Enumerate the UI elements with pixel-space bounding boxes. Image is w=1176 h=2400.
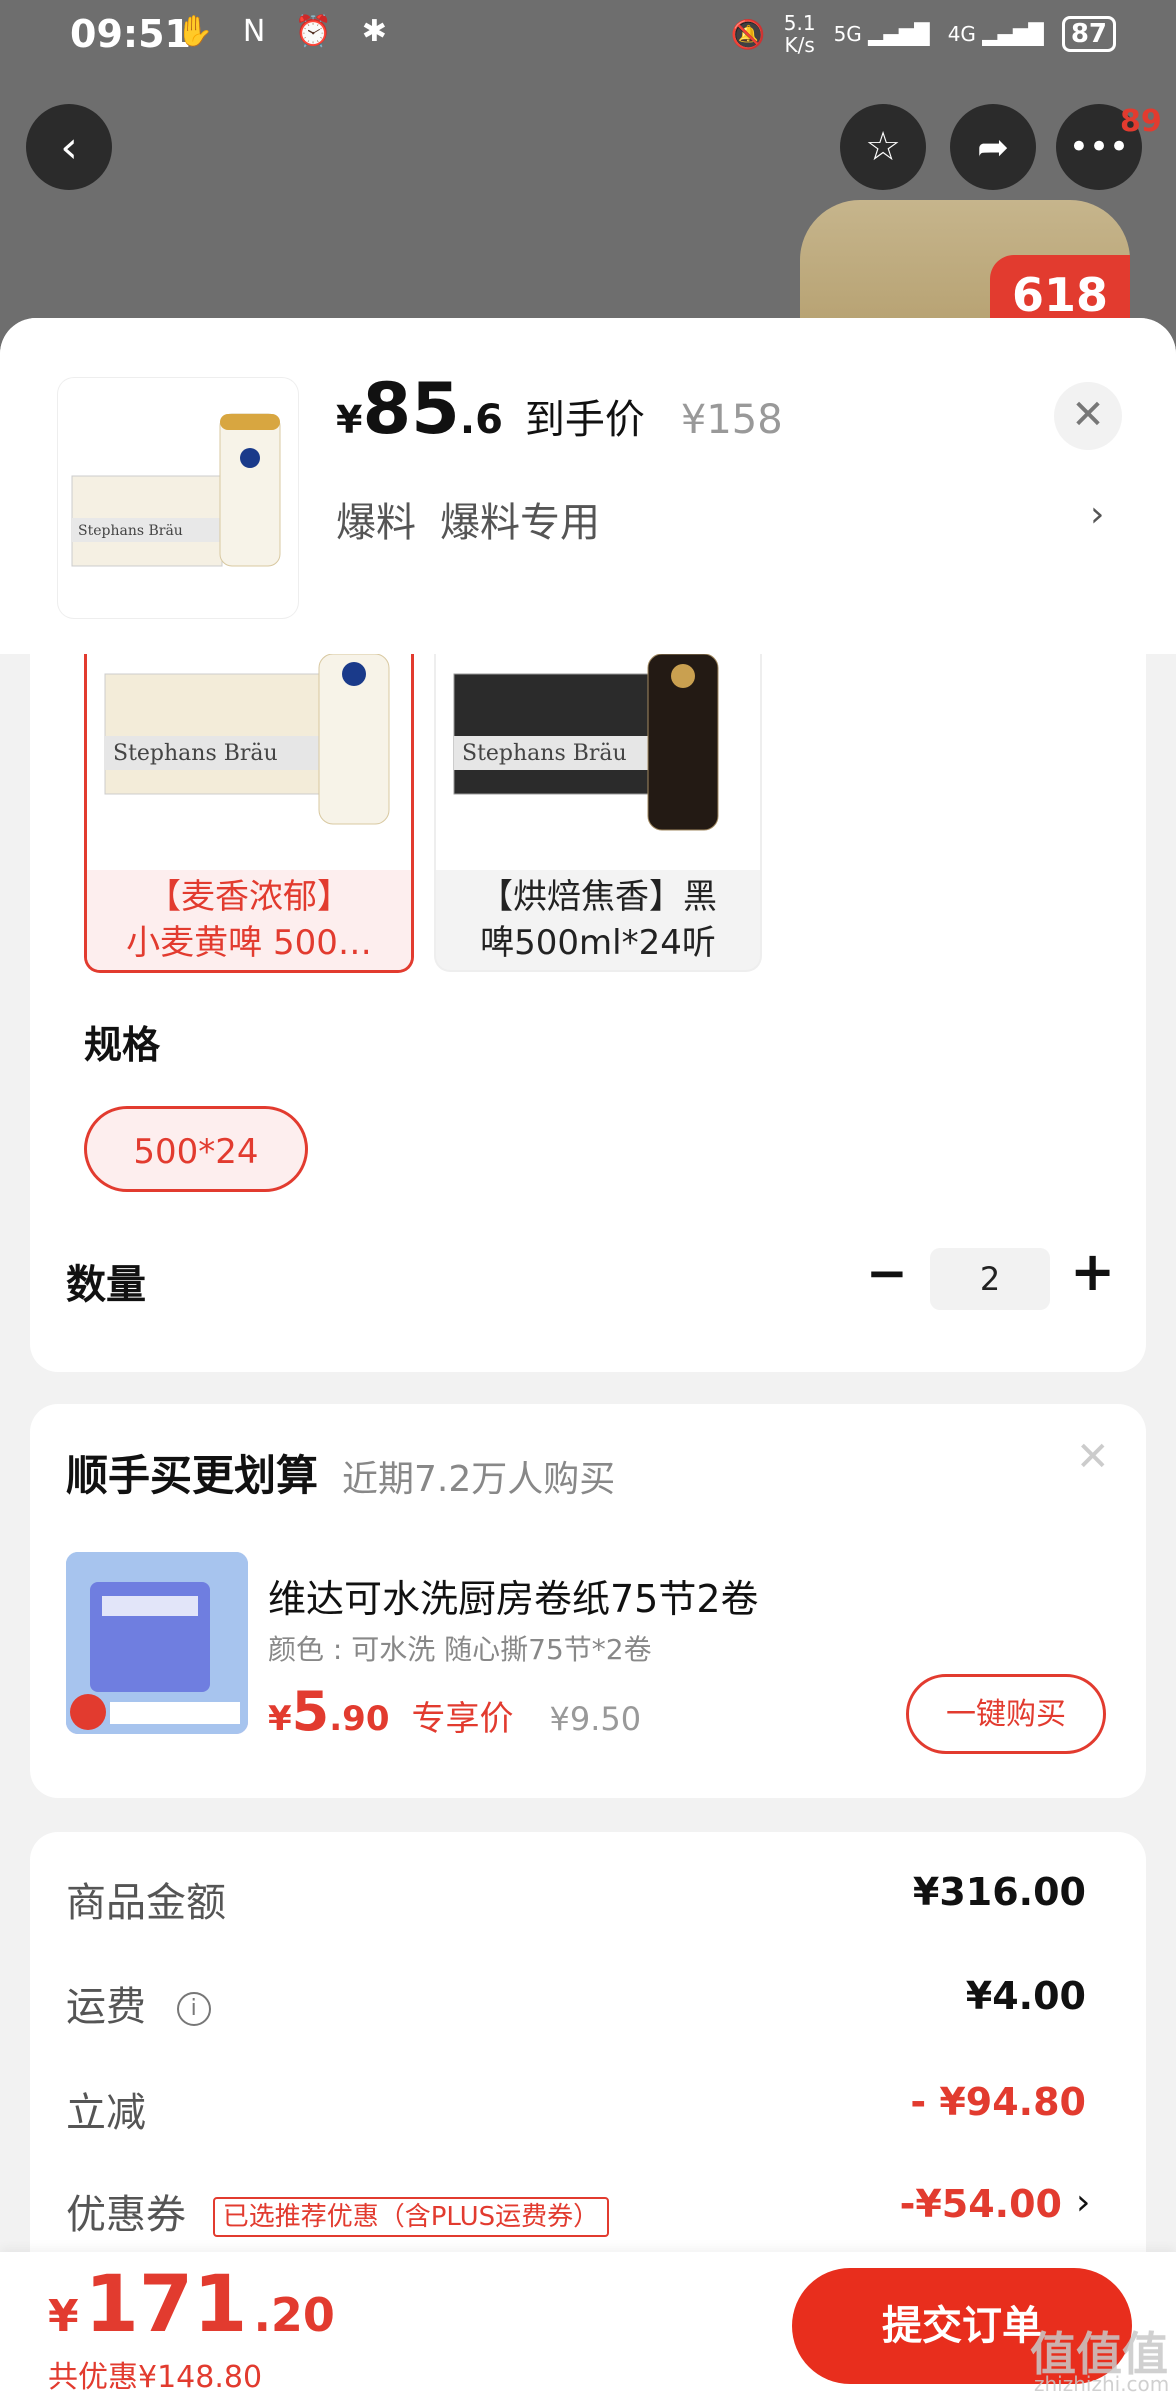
upsell-price-currency: ¥ (268, 1699, 292, 1739)
upsell-price-decimal: .90 (329, 1699, 390, 1739)
quantity-title: 数量 (66, 1262, 146, 1308)
tags-row[interactable]: 爆料 爆料专用 (336, 490, 600, 548)
svg-text:Stephans Bräu: Stephans Bräu (78, 523, 183, 539)
info-icon[interactable]: i (176, 1992, 211, 2026)
total-integer: 171 (84, 2260, 248, 2350)
minus-icon: − (866, 1244, 908, 1302)
purchase-sheet: Stephans Bräu ¥85.6 到手价 ¥158 ✕ 爆料 爆料专用 ›… (0, 318, 1176, 2400)
share-button[interactable]: ➦ (950, 104, 1036, 190)
total-price: ¥171.20 (48, 2260, 335, 2350)
price-row: ¥85.6 到手价 ¥158 (336, 368, 783, 450)
more-badge: 89 (1120, 104, 1162, 139)
sheet-header: Stephans Bräu ¥85.6 到手价 ¥158 ✕ 爆料 爆料专用 › (0, 318, 1176, 654)
status-bar: 09:51 ✋ N ⏰ ✱ 🔕 5.1 K/s 5G ▂▄▆█ 4G ▂▄▆█ 8… (0, 0, 1176, 72)
tag-baoliao-special: 爆料专用 (440, 500, 600, 546)
chevron-left-icon: ‹ (60, 121, 78, 173)
favorite-button[interactable]: ☆ (840, 104, 926, 190)
upsell-product-name[interactable]: 维达可水洗厨房卷纸75节2卷 (268, 1568, 759, 1623)
close-icon: ✕ (1076, 1434, 1110, 1480)
plus-icon: + (1070, 1240, 1116, 1303)
total-currency: ¥ (48, 2291, 79, 2342)
variant-image-wheat: Stephans Bräu (87, 654, 411, 870)
watermark-url: zhizhizhi.com (1034, 2372, 1170, 2396)
signal-5g: 5G ▂▄▆█ (833, 22, 930, 46)
quantity-decrease-button[interactable]: − (866, 1244, 908, 1302)
variant-label-wheat: 【麦香浓郁】 小麦黄啤 500… (87, 870, 411, 970)
upsell-product-image[interactable] (66, 1552, 248, 1734)
bottom-bar: ¥171.20 共优惠¥148.80 提交订单 (0, 2252, 1176, 2400)
status-notification-icons: ✋ N ⏰ ✱ (176, 14, 397, 49)
status-right-group: 🔕 5.1 K/s 5G ▂▄▆█ 4G ▂▄▆█ 87 (731, 12, 1116, 56)
shipping-value: ¥4.00 (965, 1974, 1086, 2018)
goods-amount-value: ¥316.00 (912, 1870, 1086, 1914)
one-click-buy-button[interactable]: 一键购买 (906, 1674, 1106, 1754)
total-saving: 共优惠¥148.80 (48, 2360, 263, 2395)
upsell-product-attributes: 颜色 : 可水洗 随心撕75节*2卷 (268, 1633, 652, 1666)
summary-goods-row: 商品金额 ¥316.00 (66, 1870, 1106, 1930)
discount-value: - ¥94.80 (910, 2080, 1086, 2124)
mute-bell-icon: 🔕 (730, 17, 766, 51)
price-currency: ¥ (336, 398, 363, 442)
upsell-subtitle: 近期7.2万人购买 (342, 1459, 616, 1500)
quantity-increase-button[interactable]: + (1070, 1240, 1115, 1303)
close-icon: ✕ (1071, 392, 1105, 438)
svg-text:Stephans Bräu: Stephans Bräu (113, 741, 278, 766)
price-decimal: .6 (459, 397, 503, 443)
chevron-right-icon: › (1076, 2182, 1091, 2223)
variant-label-dark: 【烘焙焦香】黑 啤500ml*24听 (479, 877, 717, 963)
upsell-price-label: 专享价 (411, 1699, 514, 1739)
net-speed: 5.1 K/s (783, 11, 816, 57)
star-icon: ☆ (865, 124, 901, 170)
quantity-input[interactable]: 2 (930, 1248, 1050, 1310)
upsell-title: 顺手买更划算 (66, 1451, 319, 1500)
share-icon: ➦ (977, 125, 1009, 169)
product-thumbnail: Stephans Bräu (58, 378, 298, 618)
upsell-price-integer: 5 (291, 1680, 330, 1743)
tag-baoliao: 爆料 (336, 500, 416, 546)
price-integer: 85 (362, 368, 460, 450)
upsell-card: 顺手买更划算 近期7.2万人购买 ✕ 维达可水洗厨房卷纸75节2卷 颜色 : 可… (30, 1404, 1146, 1798)
upsell-original-price: ¥9.50 (549, 1700, 642, 1738)
coupon-value: -¥54.00 (899, 2182, 1062, 2226)
variant-option-dark[interactable]: Stephans Bräu 【烘焙焦香】黑 啤500ml*24听 (434, 654, 762, 972)
variant-option-wheat[interactable]: Stephans Bräu 【麦香浓郁】 小麦黄啤 500… (84, 654, 414, 973)
price-label: 到手价 (524, 397, 645, 443)
coupon-label: 优惠券 (66, 2192, 186, 2238)
goods-amount-label: 商品金额 (66, 1880, 226, 1926)
discount-label: 立减 (66, 2090, 146, 2136)
back-button[interactable]: ‹ (26, 104, 112, 190)
shipping-label: 运费 (66, 1984, 146, 2030)
beer-case-image: Stephans Bräu (71, 413, 281, 567)
summary-shipping-row: 运费 i ¥4.00 (66, 1974, 1106, 2034)
coupon-recommend-tag: 已选推荐优惠（含PLUS运费券） (212, 2197, 610, 2237)
signal-4g: 4G ▂▄▆█ (947, 22, 1044, 46)
summary-discount-row: 立减 - ¥94.80 (66, 2080, 1106, 2140)
status-time: 09:51 (70, 12, 191, 56)
total-decimal: .20 (253, 2288, 335, 2342)
close-button[interactable]: ✕ (1054, 382, 1122, 450)
svg-text:Stephans Bräu: Stephans Bräu (462, 741, 627, 766)
summary-coupon-row[interactable]: 优惠券 已选推荐优惠（含PLUS运费券） -¥54.00 › (66, 2182, 1106, 2242)
spec-option-500x24[interactable]: 500*24 (84, 1106, 308, 1192)
spec-title: 规格 (84, 1023, 161, 1067)
battery-indicator: 87 (1061, 16, 1116, 52)
upsell-close-button[interactable]: ✕ (1076, 1434, 1110, 1480)
upsell-price-row: ¥5.90 专享价 ¥9.50 (268, 1680, 641, 1743)
chevron-right-icon[interactable]: › (1090, 494, 1104, 535)
options-card: Stephans Bräu 【麦香浓郁】 小麦黄啤 500… Stephans … (30, 654, 1146, 1372)
original-price: ¥158 (680, 397, 783, 443)
variant-image-dark: Stephans Bräu (436, 654, 760, 870)
